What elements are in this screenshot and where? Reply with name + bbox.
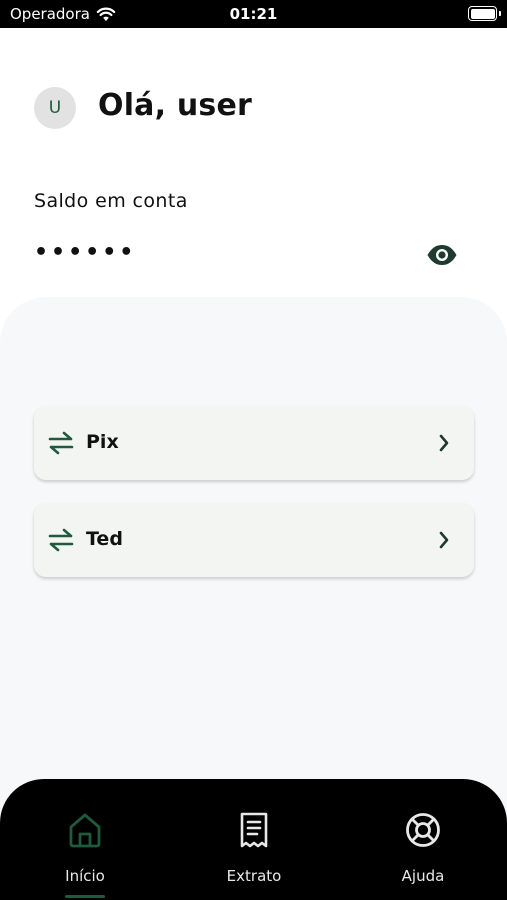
nav-label-inicio: Início [65,867,105,885]
pix-label: Pix [86,431,119,453]
eye-icon [427,245,457,265]
battery-tip [499,11,501,16]
pix-action-card[interactable]: Pix [34,406,474,480]
transfer-arrows-icon [48,431,74,455]
nav-item-extrato[interactable]: Extrato [194,779,314,900]
status-bar: Operadora 01:21 [0,0,507,28]
transfer-arrows-icon [48,528,74,552]
nav-label-ajuda: Ajuda [401,867,445,885]
balance-label: Saldo em conta [34,190,188,212]
chevron-right-icon [439,434,449,452]
nav-item-inicio[interactable]: Início [25,779,145,900]
home-icon [69,813,101,848]
greeting-title: Olá, user [98,88,253,123]
ted-label: Ted [86,528,123,550]
receipt-icon [240,812,268,848]
lifebuoy-icon [406,813,440,847]
chevron-right-icon [439,531,449,549]
balance-masked-value: •••••• [34,240,137,265]
battery-icon [468,6,497,21]
toggle-balance-visibility-button[interactable] [426,241,458,269]
nav-label-extrato: Extrato [226,867,282,885]
avatar[interactable]: U [34,87,76,129]
active-tab-indicator [65,895,105,898]
avatar-initial: U [48,98,62,118]
nav-item-ajuda[interactable]: Ajuda [363,779,483,900]
bottom-navigation: Início Extrato Ajuda [0,779,507,900]
status-time: 01:21 [229,5,278,23]
ted-action-card[interactable]: Ted [34,503,474,577]
